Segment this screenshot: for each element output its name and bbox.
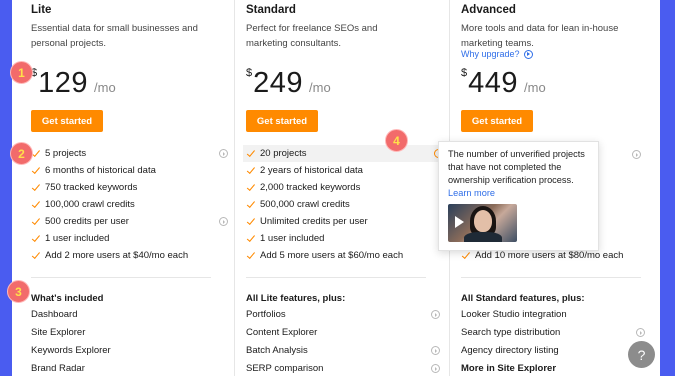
included-item: SERP comparison	[246, 359, 446, 376]
info-icon[interactable]	[219, 217, 228, 226]
feature-list: 20 projects 2 years of historical data 2…	[243, 145, 453, 264]
info-icon[interactable]	[219, 149, 228, 158]
feature-item: 6 months of historical data	[28, 162, 238, 179]
included-item: Batch Analysis	[246, 341, 446, 359]
included-item: Portfolios	[246, 305, 446, 323]
feature-item: Unlimited credits per user	[243, 213, 453, 230]
check-icon	[31, 166, 41, 176]
included-item: Search type distribution	[461, 323, 651, 341]
plan-description: Essential data for small businesses and …	[31, 23, 198, 49]
price-period: /mo	[94, 80, 116, 95]
video-thumbnail[interactable]	[448, 204, 517, 242]
feature-item: 500 credits per user	[28, 213, 238, 230]
check-icon	[461, 251, 471, 261]
divider	[461, 277, 641, 278]
feature-list: 5 projects 6 months of historical data 7…	[28, 145, 238, 264]
projects-tooltip: The number of unverified projects that h…	[438, 141, 599, 251]
feature-item: 500,000 crawl credits	[243, 196, 453, 213]
price: $ 129 /mo	[31, 67, 116, 100]
feature-item: 2,000 tracked keywords	[243, 179, 453, 196]
currency-symbol: $	[246, 67, 253, 79]
divider	[31, 277, 211, 278]
included-title: What's included	[31, 293, 104, 304]
column-divider	[234, 0, 235, 376]
included-list: Dashboard Site Explorer Keywords Explore…	[31, 305, 231, 376]
feature-item: Add 5 more users at $60/mo each	[243, 247, 453, 264]
feature-item: 1 user included	[243, 230, 453, 247]
price-amount: 249	[253, 67, 304, 99]
check-icon	[31, 200, 41, 210]
plan-lite: Lite Essential data for small businesses…	[31, 0, 232, 376]
included-item: Content Explorer	[246, 326, 318, 338]
price: $ 449 /mo	[461, 67, 546, 100]
get-started-button[interactable]: Get started	[246, 110, 318, 132]
feature-item: 100,000 crawl credits	[28, 196, 238, 213]
play-circle-icon	[523, 49, 533, 59]
get-started-button[interactable]: Get started	[461, 110, 533, 132]
check-icon	[31, 183, 41, 193]
check-icon	[31, 234, 41, 244]
price-period: /mo	[309, 80, 331, 95]
feature-item: 750 tracked keywords	[28, 179, 238, 196]
thumbnail-face	[474, 210, 492, 232]
currency-symbol: $	[461, 67, 468, 79]
check-icon	[246, 200, 256, 210]
included-item: Site Explorer	[31, 326, 86, 338]
included-item: Looker Studio integration	[461, 308, 567, 320]
plan-name: Lite	[31, 4, 52, 16]
annotation-badge: 3	[7, 280, 30, 303]
play-icon	[455, 216, 464, 228]
check-icon	[31, 251, 41, 261]
price-amount: 449	[468, 67, 519, 99]
included-item: Keywords Explorer	[31, 344, 111, 356]
included-item: Dashboard	[31, 308, 78, 320]
plan-name: Standard	[246, 4, 296, 16]
get-started-button[interactable]: Get started	[31, 110, 103, 132]
thumbnail-body	[464, 232, 502, 242]
info-icon[interactable]	[632, 150, 641, 159]
price: $ 249 /mo	[246, 67, 331, 100]
help-button[interactable]: ?	[628, 341, 655, 368]
tooltip-text: The number of unverified projects that h…	[448, 149, 585, 185]
annotation-badge: 2	[10, 142, 33, 165]
check-icon	[246, 217, 256, 227]
price-period: /mo	[524, 80, 546, 95]
annotation-badge: 1	[10, 61, 33, 84]
why-upgrade-link[interactable]: Why upgrade?	[461, 49, 533, 59]
included-item: Agency directory listing	[461, 344, 559, 356]
info-icon[interactable]	[431, 310, 440, 319]
feature-item: 5 projects	[28, 145, 238, 162]
check-icon	[246, 166, 256, 176]
feature-item: Add 2 more users at $40/mo each	[28, 247, 238, 264]
feature-item: 20 projects	[243, 145, 453, 162]
plan-standard: Standard Perfect for freelance SEOs and …	[243, 0, 453, 376]
check-icon	[246, 251, 256, 261]
included-list: Portfolios Content Explorer Batch Analys…	[246, 305, 446, 376]
annotation-badge: 4	[385, 129, 408, 152]
included-subtitle: More in Site Explorer	[461, 362, 557, 374]
included-title: All Lite features, plus:	[246, 293, 346, 304]
included-title: All Standard features, plus:	[461, 293, 585, 304]
included-list: Looker Studio integration Search type di…	[461, 305, 651, 376]
info-icon[interactable]	[636, 328, 645, 337]
learn-more-link[interactable]: Learn more	[448, 187, 589, 200]
info-icon[interactable]	[431, 346, 440, 355]
divider	[246, 277, 426, 278]
included-item: Brand Radar	[31, 362, 85, 374]
check-icon	[246, 149, 256, 159]
check-icon	[31, 217, 41, 227]
plan-name: Advanced	[461, 4, 516, 16]
feature-item: 1 user included	[28, 230, 238, 247]
check-icon	[246, 183, 256, 193]
price-amount: 129	[38, 67, 89, 99]
check-icon	[246, 234, 256, 244]
feature-item: 2 years of historical data	[243, 162, 453, 179]
info-icon[interactable]	[431, 364, 440, 373]
plan-description: Perfect for freelance SEOs and marketing…	[246, 23, 378, 49]
plan-description: More tools and data for lean in-house ma…	[461, 23, 619, 49]
